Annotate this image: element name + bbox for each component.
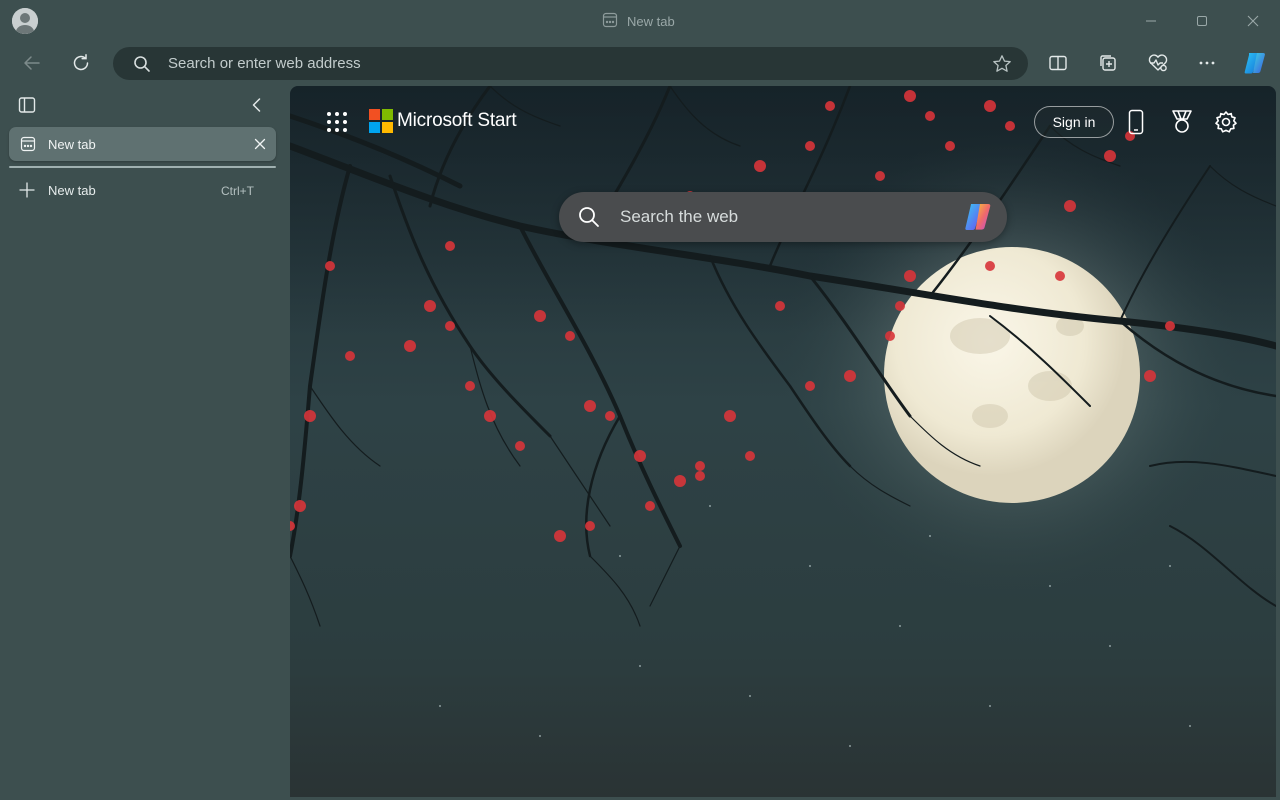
settings-gear-icon[interactable] <box>1210 106 1242 138</box>
address-bar[interactable]: Search or enter web address <box>113 47 1028 80</box>
rewards-trophy-icon[interactable] <box>1166 106 1198 138</box>
new-tab-page: Microsoft Start Sign in Search the web <box>290 86 1276 797</box>
vertical-tabs-panel: New tab New tab Ctrl+T <box>0 86 288 800</box>
tab-page-icon <box>20 136 36 157</box>
copilot-icon[interactable] <box>961 201 995 238</box>
favorite-star-icon[interactable] <box>992 54 1012 79</box>
copilot-button[interactable] <box>1238 46 1272 80</box>
mobile-phone-icon[interactable] <box>1120 106 1152 138</box>
sign-in-button[interactable]: Sign in <box>1034 106 1114 138</box>
web-search-input[interactable]: Search the web <box>620 207 738 227</box>
collections-button[interactable] <box>1091 46 1125 80</box>
refresh-button[interactable] <box>64 46 98 80</box>
maximize-button[interactable] <box>1189 8 1215 34</box>
split-screen-icon <box>1049 55 1067 71</box>
more-options-button[interactable] <box>1190 46 1224 80</box>
new-tab-button[interactable]: New tab Ctrl+T <box>9 176 276 204</box>
close-tab-icon[interactable] <box>254 137 266 155</box>
close-window-button[interactable] <box>1240 8 1266 34</box>
new-tab-label: New tab <box>48 183 96 198</box>
tab-item-active[interactable]: New tab <box>9 127 276 161</box>
microsoft-logo <box>369 109 393 133</box>
window-title-text: New tab <box>627 13 675 29</box>
collapse-panel-chevron-icon[interactable] <box>248 96 266 119</box>
address-input[interactable]: Search or enter web address <box>168 55 361 72</box>
refresh-icon <box>73 54 89 71</box>
arrow-left-icon <box>24 56 40 70</box>
back-button[interactable] <box>15 46 49 80</box>
brand-title[interactable]: Microsoft Start <box>397 110 517 132</box>
split-screen-button[interactable] <box>1041 46 1075 80</box>
heart-pulse-icon <box>1148 54 1168 72</box>
web-search-box[interactable]: Search the web <box>559 192 1007 242</box>
window-title: New tab <box>602 12 675 30</box>
minimize-button[interactable] <box>1138 8 1164 34</box>
copilot-icon <box>1244 53 1265 74</box>
tab-label: New tab <box>48 137 96 152</box>
plus-icon <box>19 182 35 203</box>
tab-actions-menu-icon[interactable] <box>18 96 36 119</box>
tab-page-icon <box>602 12 618 31</box>
profile-avatar-icon[interactable] <box>12 8 38 34</box>
title-bar: New tab <box>0 0 1280 42</box>
performance-button[interactable] <box>1141 46 1175 80</box>
search-icon <box>578 206 600 233</box>
search-icon <box>133 55 151 78</box>
tab-divider <box>9 166 276 168</box>
new-tab-shortcut: Ctrl+T <box>221 184 254 198</box>
collections-icon <box>1100 55 1116 71</box>
more-dots-icon <box>1199 61 1215 65</box>
apps-grid-icon[interactable] <box>324 109 350 135</box>
